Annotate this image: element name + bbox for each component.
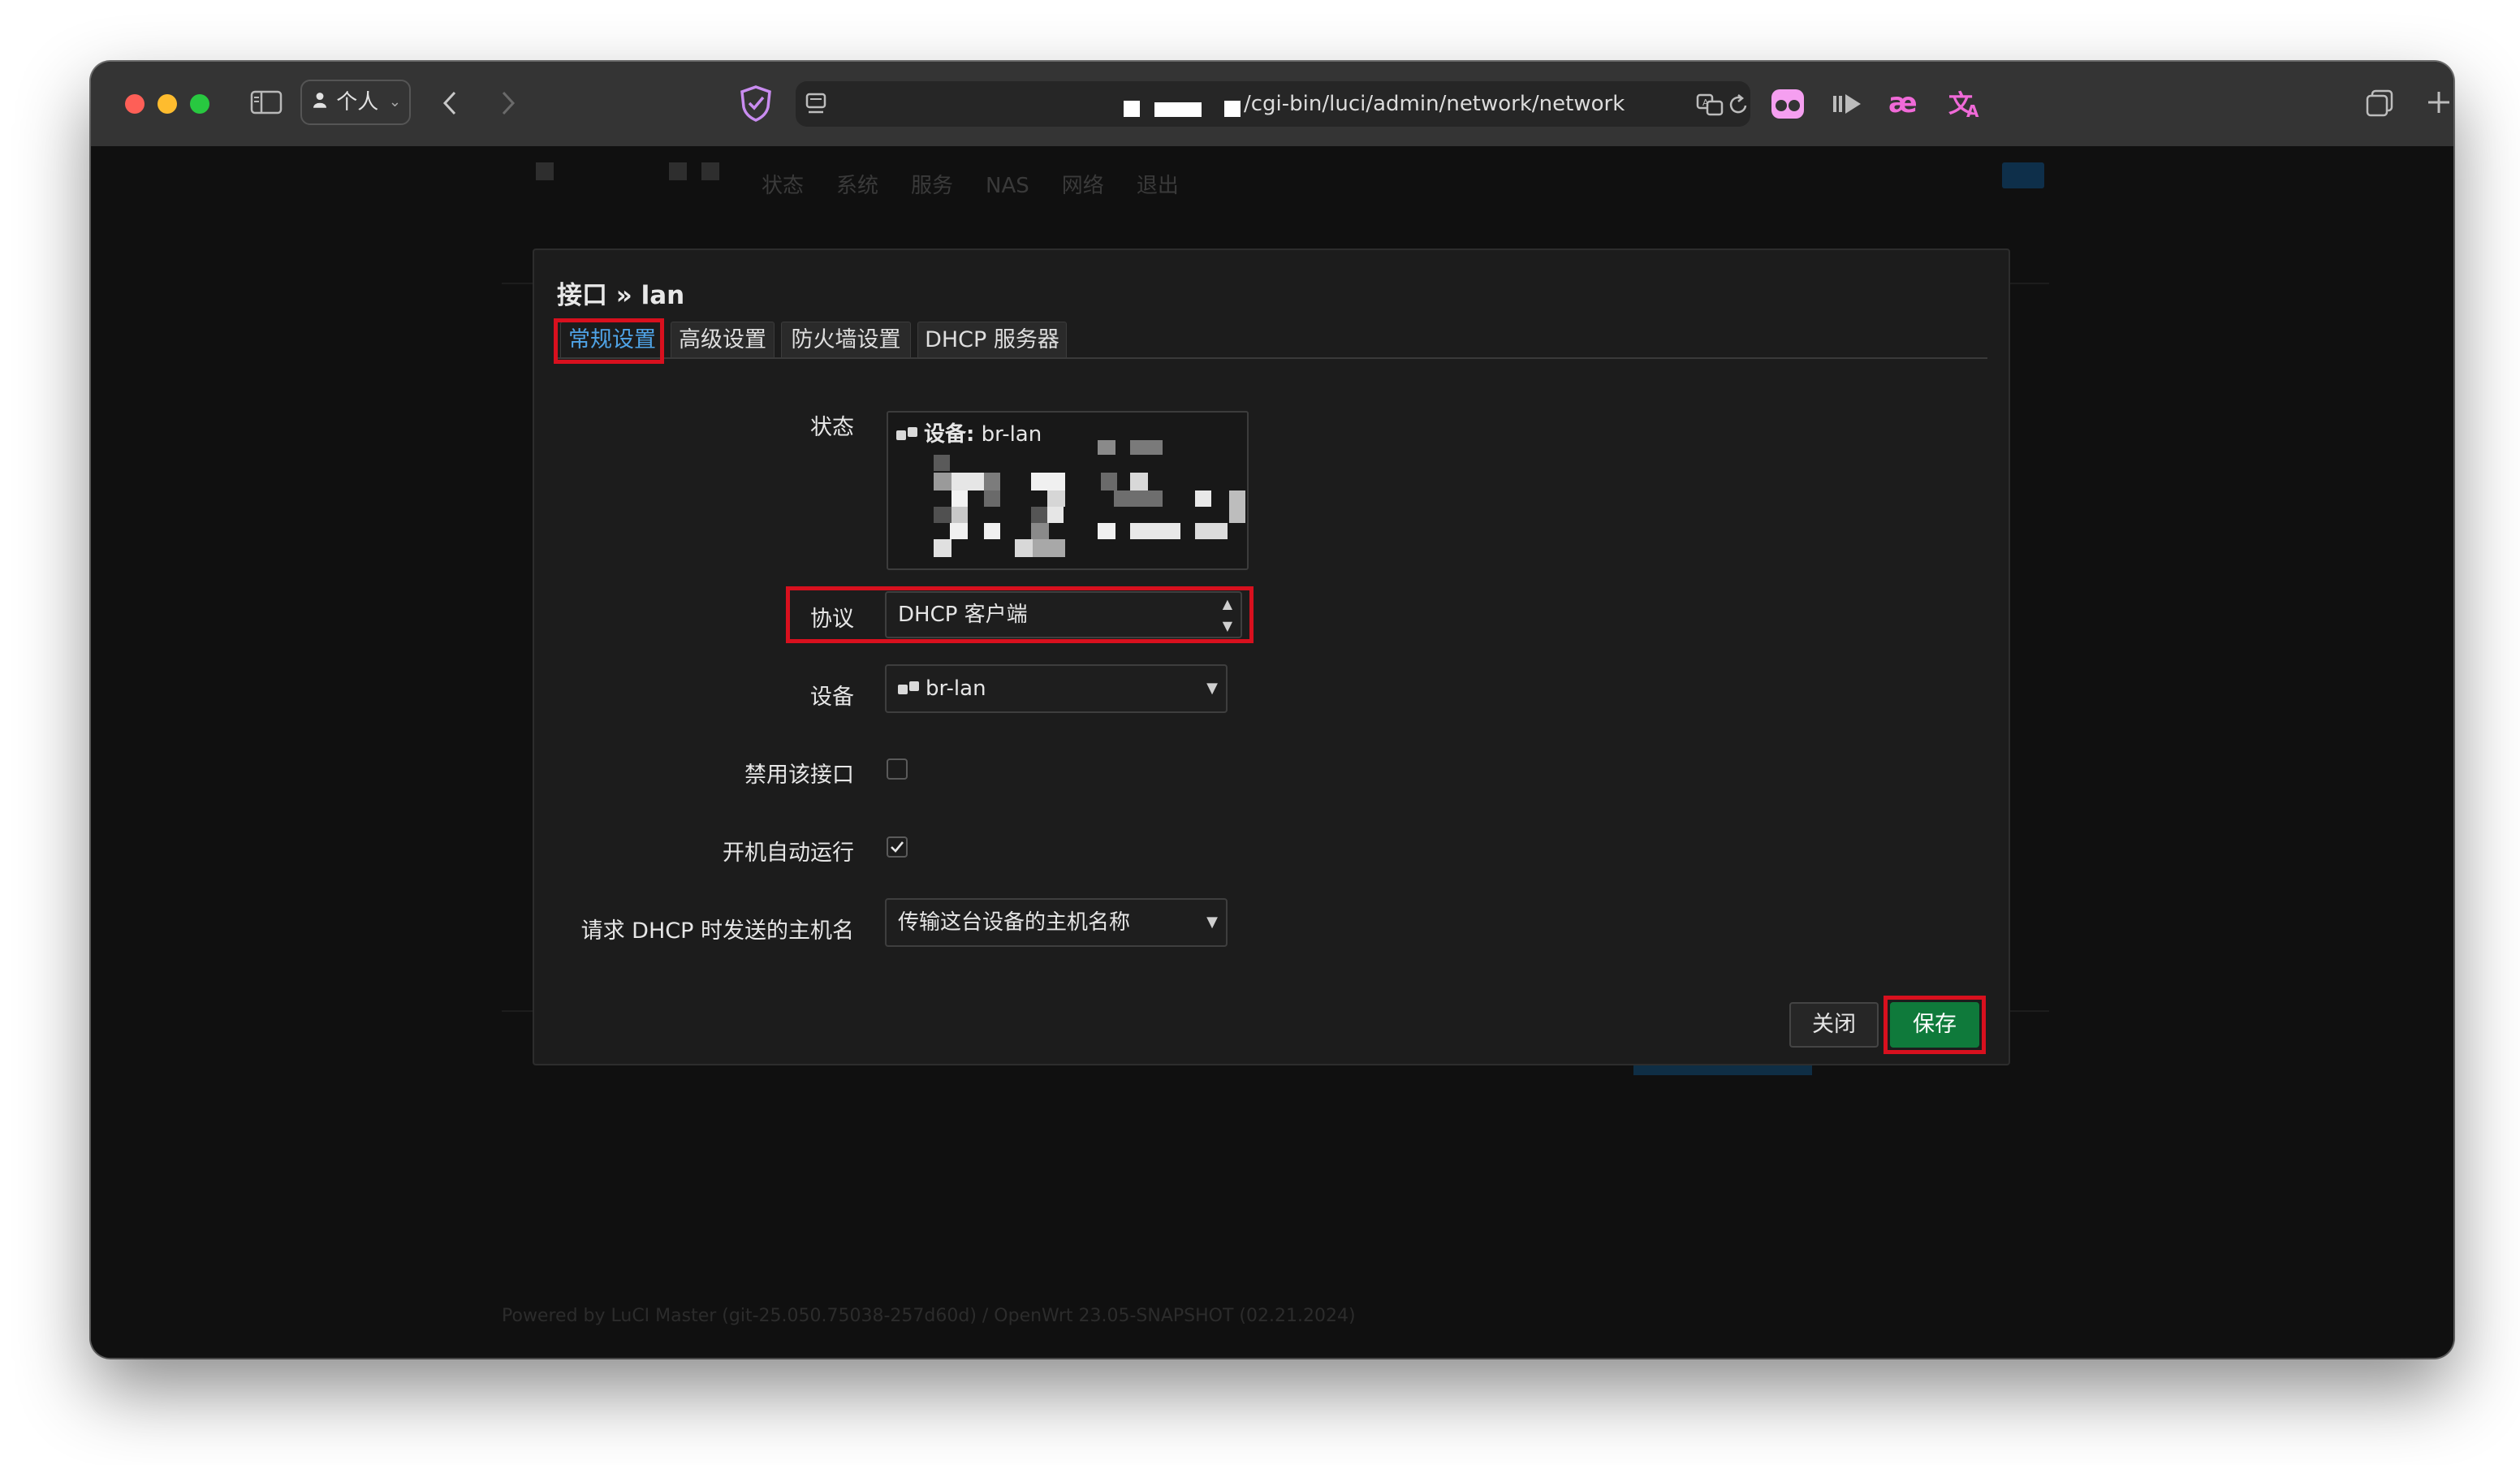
browser-toolbar: 个人 ⌄ /cgi-bin/luci/admin/network/network: [91, 62, 2453, 148]
page-content: 状态 系统 服务 NAS 网络 退出 Powered by LuCI Master (gi…: [91, 146, 2453, 1358]
tab-advanced-settings[interactable]: 高级设置: [671, 322, 775, 357]
minimize-window-button[interactable]: [158, 94, 177, 114]
dhcp-hostname-select[interactable]: 传输这台设备的主机名称 ▼: [885, 898, 1228, 947]
extension-ghost-icon[interactable]: [1770, 86, 1806, 122]
autostart-checkbox[interactable]: [887, 836, 908, 858]
svg-text:A: A: [1702, 97, 1709, 108]
profile-label: 个人: [336, 90, 379, 115]
dhcp-hostname-value: 传输这台设备的主机名称: [898, 910, 1131, 935]
caret-down-icon: ▼: [1206, 680, 1218, 697]
translate-extension-icon[interactable]: 文 A: [1947, 84, 1984, 120]
background-footer: Powered by LuCI Master (git-25.050.75038…: [502, 1306, 1356, 1326]
nav-item: NAS: [986, 174, 1029, 198]
fullscreen-window-button[interactable]: [190, 94, 209, 114]
general-tab-highlight: [554, 318, 664, 364]
translate-icon[interactable]: A: [1695, 91, 1726, 117]
tab-dhcp-server[interactable]: DHCP 服务器: [917, 322, 1067, 357]
media-play-icon[interactable]: [1830, 89, 1864, 119]
redacted-logo: [536, 162, 554, 180]
background-badge: [2002, 162, 2044, 188]
svg-text:A: A: [1966, 102, 1979, 120]
network-device-icon: [898, 681, 922, 698]
device-select[interactable]: br-lan ▼: [885, 664, 1228, 713]
nav-item: 状态: [762, 174, 805, 198]
redacted-host: [1224, 101, 1241, 117]
reload-icon[interactable]: [1728, 93, 1750, 117]
person-icon: [313, 93, 326, 108]
chevron-down-icon: ⌄: [388, 93, 401, 110]
redacted-host: [1124, 101, 1140, 117]
interface-edit-dialog: 接口 » lan 常规设置 高级设置 防火墙设置 DHCP 服务器 状态 设备:…: [533, 248, 2010, 1065]
disable-interface-checkbox[interactable]: [887, 758, 908, 780]
disable-interface-label: 禁用该接口: [744, 763, 854, 788]
nav-item: 网络: [1061, 174, 1104, 198]
dialog-tabs: 常规设置 高级设置 防火墙设置 DHCP 服务器: [557, 322, 1987, 359]
protocol-value: DHCP 客户端: [898, 603, 1028, 627]
redacted-logo: [701, 162, 719, 180]
dhcp-hostname-label: 请求 DHCP 时发送的主机名: [580, 918, 854, 944]
background-button: [1633, 1064, 1812, 1075]
svg-text:æ: æ: [1888, 87, 1918, 119]
caret-down-icon: ▼: [1206, 914, 1218, 931]
redacted-host: [1154, 102, 1202, 117]
new-tab-icon[interactable]: [2426, 89, 2452, 115]
browser-window: 个人 ⌄ /cgi-bin/luci/admin/network/network: [91, 62, 2453, 1358]
status-label: 状态: [810, 415, 854, 440]
sidebar-toggle-icon[interactable]: [250, 89, 283, 115]
tab-firewall-settings[interactable]: 防火墙设置: [781, 322, 911, 357]
page-menu-icon[interactable]: [804, 91, 828, 117]
close-button[interactable]: 关闭: [1789, 1002, 1879, 1048]
background-main-nav: 状态 系统 服务 NAS 网络 退出: [762, 169, 1211, 199]
nav-item: 服务: [911, 174, 954, 198]
protocol-select[interactable]: DHCP 客户端 ▲ ▼: [885, 591, 1242, 638]
url-text: /cgi-bin/luci/admin/network/network: [1244, 92, 1625, 116]
back-arrow-icon[interactable]: [440, 89, 460, 117]
tabs-overview-icon[interactable]: [2364, 88, 2397, 120]
protocol-label: 协议: [810, 607, 854, 632]
redacted-logo: [669, 162, 687, 180]
device-label: 设备: [810, 685, 854, 710]
profile-button[interactable]: 个人 ⌄: [300, 80, 411, 125]
updown-arrows-icon: ▲ ▼: [1222, 596, 1232, 633]
device-value: br-lan: [926, 676, 986, 701]
checkmark-icon: [891, 841, 904, 853]
privacy-shield-icon[interactable]: [739, 84, 773, 122]
nav-item: 系统: [836, 174, 879, 198]
nav-item: 退出: [1136, 174, 1179, 198]
dialog-title: 接口 » lan: [557, 281, 685, 310]
ae-extension-icon[interactable]: æ: [1887, 86, 1926, 119]
forward-arrow-icon[interactable]: [498, 89, 518, 117]
close-window-button[interactable]: [125, 94, 145, 114]
autostart-label: 开机自动运行: [723, 841, 854, 866]
status-panel: 设备: br-lan: [887, 411, 1249, 570]
redacted-status-details: [888, 413, 1250, 572]
save-highlight: [1884, 996, 1986, 1054]
address-bar[interactable]: /cgi-bin/luci/admin/network/network A: [796, 81, 1750, 127]
